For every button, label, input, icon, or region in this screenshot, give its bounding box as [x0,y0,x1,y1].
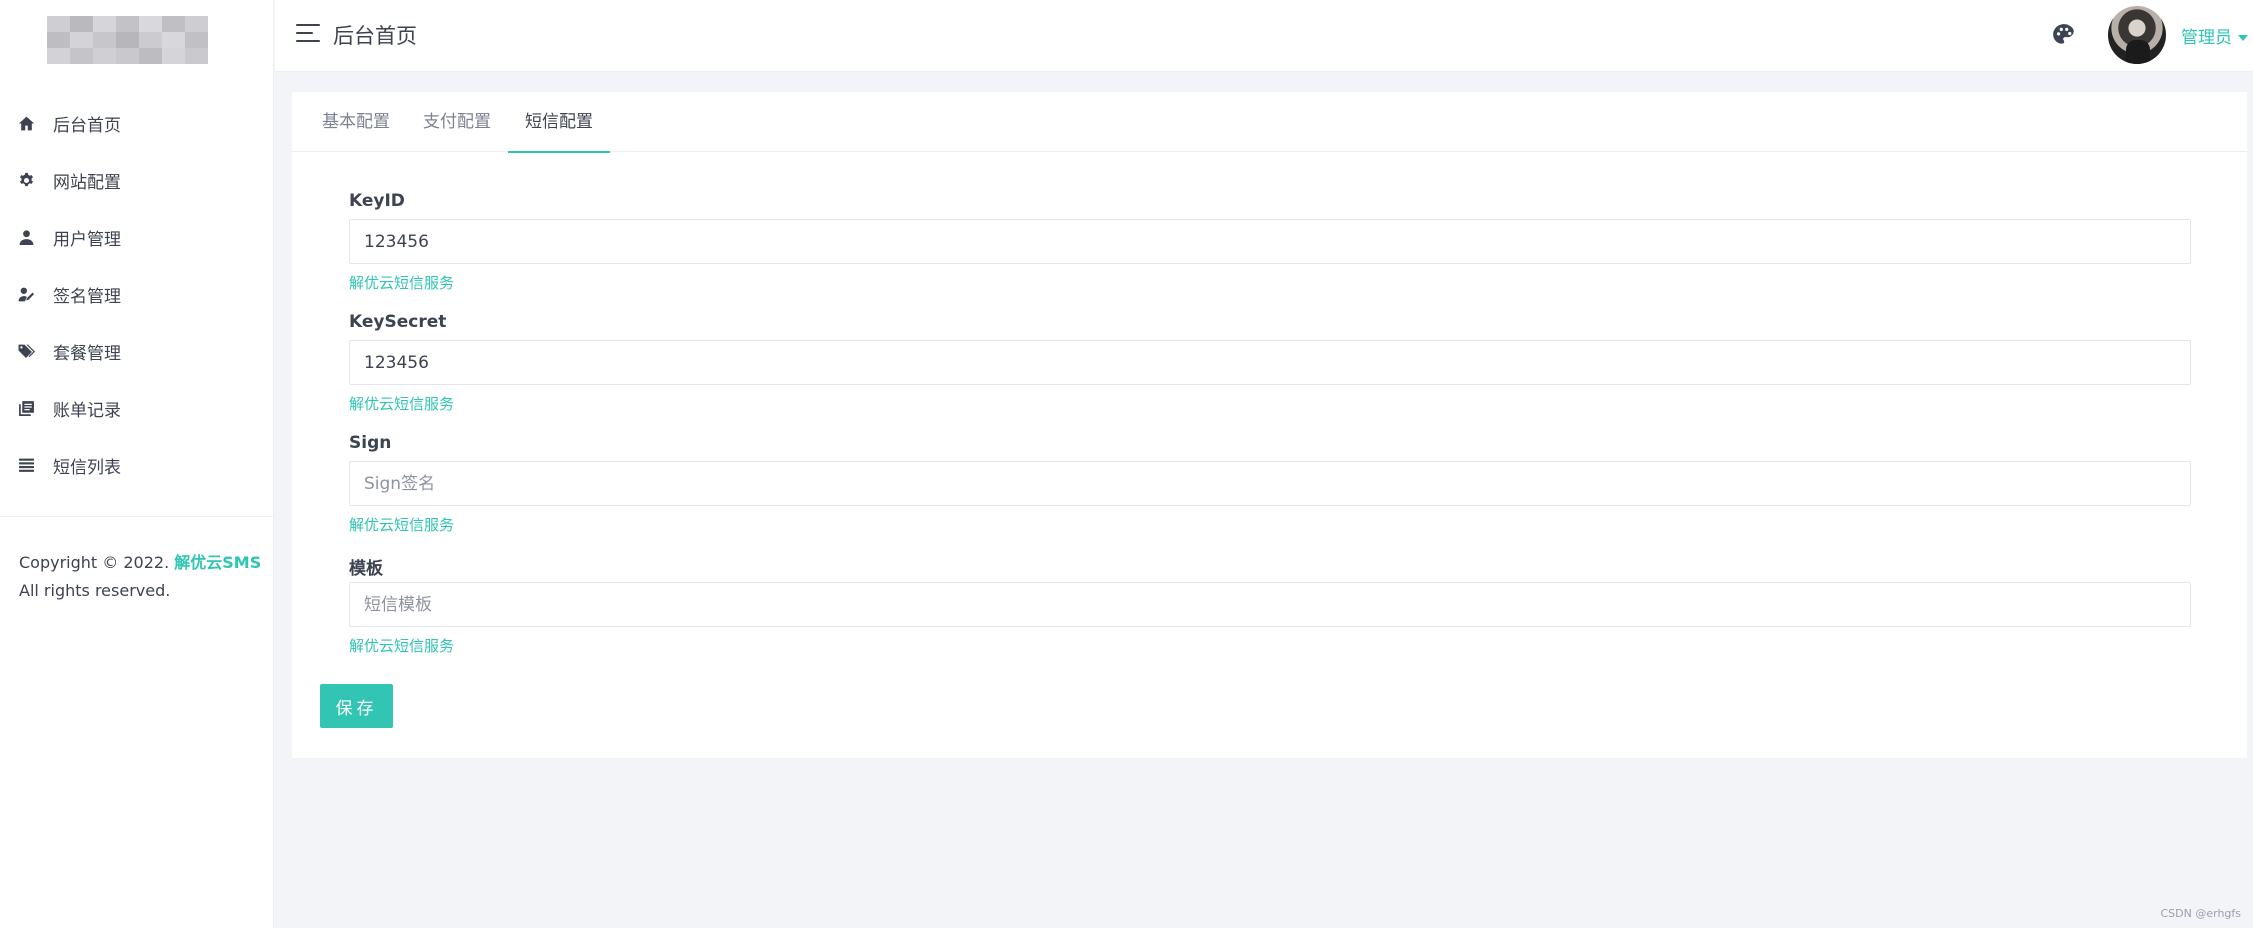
avatar[interactable] [2108,6,2166,64]
site-logo[interactable] [47,16,208,64]
sign-label: Sign [349,433,392,453]
keyid-help-link[interactable]: 解优云短信服务 [349,272,454,293]
user-menu[interactable]: 管理员 [2181,23,2248,48]
sidebar-item-packages[interactable]: 套餐管理 [0,323,274,380]
chevron-down-icon [2238,35,2248,41]
tags-icon [16,342,36,362]
copyright: Copyright © 2022. 解优云SMS All rights rese… [19,549,261,605]
sidebar-item-sms-list[interactable]: 短信列表 [0,437,274,494]
signature-icon [16,285,36,305]
sidebar: 后台首页 网站配置 用户管理 签名管理 套餐管理 账单记录 短信列表 Copyr… [0,0,274,928]
sidebar-item-bills[interactable]: 账单记录 [0,380,274,437]
settings-card: 基本配置 支付配置 短信配置 KeyID 解优云短信服务 KeySecret 解… [292,92,2247,758]
palette-icon[interactable] [2051,22,2077,48]
template-help-link[interactable]: 解优云短信服务 [349,635,454,656]
keysecret-label: KeySecret [349,312,447,332]
sidebar-item-label: 用户管理 [53,230,121,250]
keysecret-input[interactable] [349,340,2191,385]
page-title: 后台首页 [333,24,417,48]
template-input[interactable] [349,582,2191,627]
sidebar-item-label: 后台首页 [53,116,121,136]
user-name: 管理员 [2181,28,2232,48]
sidebar-item-label: 账单记录 [53,401,121,421]
save-button[interactable]: 保存 [320,684,393,728]
sidebar-item-signatures[interactable]: 签名管理 [0,266,274,323]
sidebar-divider [0,516,274,517]
gear-icon [16,171,36,191]
sign-help-link[interactable]: 解优云短信服务 [349,514,454,535]
sidebar-item-home[interactable]: 后台首页 [0,95,274,152]
tab-basic-config[interactable]: 基本配置 [322,92,390,152]
top-bar: 后台首页 管理员 [275,0,2253,72]
settings-tabs: 基本配置 支付配置 短信配置 [292,92,2247,153]
tab-sms-config[interactable]: 短信配置 [508,92,610,153]
sign-input[interactable] [349,461,2191,506]
keyid-label: KeyID [349,191,405,211]
sidebar-item-label: 短信列表 [53,458,121,478]
bill-icon [16,399,36,419]
sidebar-item-label: 套餐管理 [53,344,121,364]
watermark: CSDN @erhgfs [2160,907,2241,920]
sidebar-item-label: 签名管理 [53,287,121,307]
home-icon [16,114,36,134]
keysecret-help-link[interactable]: 解优云短信服务 [349,393,454,414]
sidebar-nav: 后台首页 网站配置 用户管理 签名管理 套餐管理 账单记录 短信列表 [0,95,274,494]
copyright-link[interactable]: 解优云SMS [174,553,261,572]
sidebar-item-users[interactable]: 用户管理 [0,209,274,266]
sidebar-item-site-config[interactable]: 网站配置 [0,152,274,209]
user-icon [16,228,36,248]
menu-toggle-icon[interactable] [296,22,320,44]
tab-payment-config[interactable]: 支付配置 [423,92,491,152]
template-label: 模板 [349,559,383,579]
keyid-input[interactable] [349,219,2191,264]
list-icon [16,456,36,476]
copyright-suffix: All rights reserved. [19,581,171,600]
sidebar-item-label: 网站配置 [53,173,121,193]
copyright-prefix: Copyright © 2022. [19,553,170,572]
